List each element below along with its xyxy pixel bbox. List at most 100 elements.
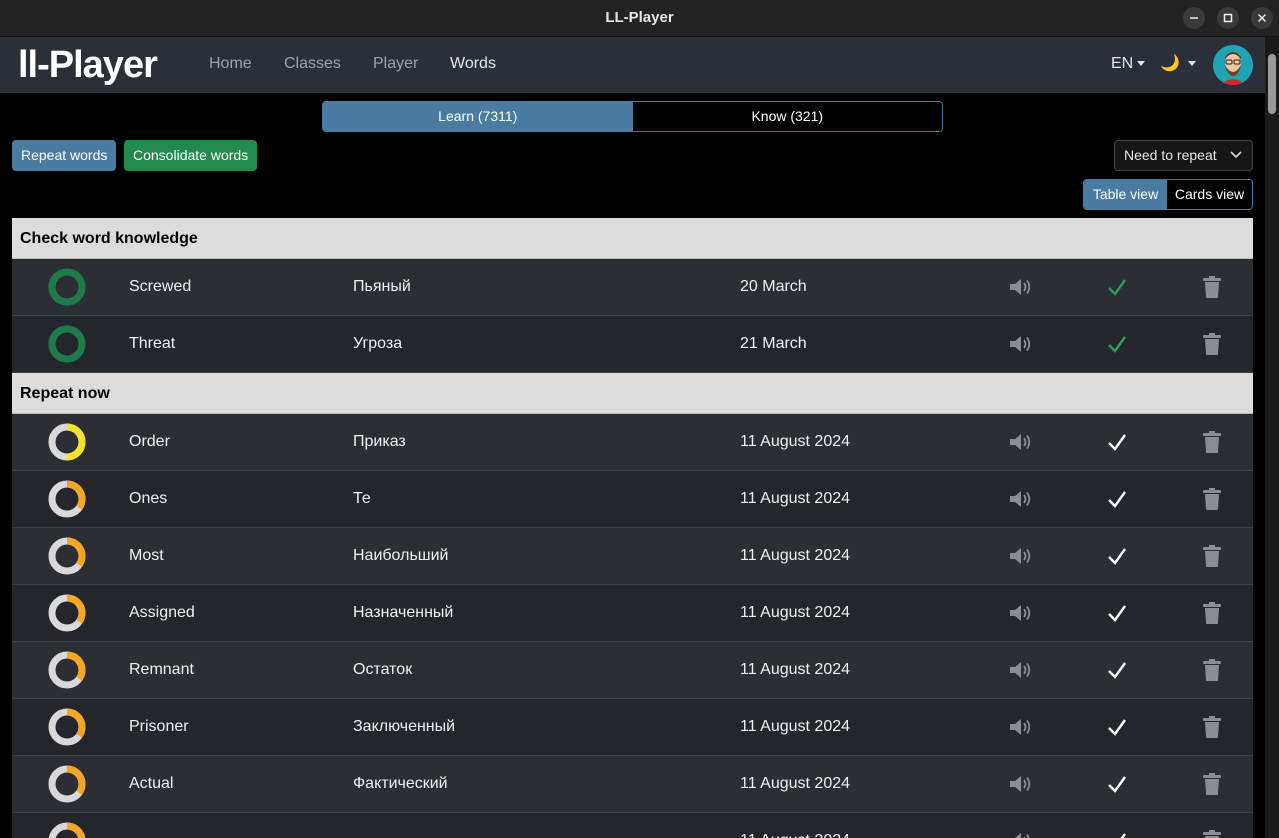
check-icon[interactable] — [1106, 545, 1128, 567]
translation-cell: Приказ — [353, 433, 406, 450]
minimize-button[interactable] — [1183, 7, 1205, 29]
progress-ring — [48, 708, 86, 746]
trash-icon[interactable] — [1202, 601, 1222, 625]
trash-icon[interactable] — [1202, 275, 1222, 299]
word-cell: Assigned — [129, 604, 195, 621]
table-row: Order Приказ 11 August 2024 — [12, 414, 1253, 471]
date-cell: 11 August 2024 — [740, 604, 851, 621]
date-cell: 11 August 2024 — [740, 718, 851, 735]
trash-icon[interactable] — [1202, 772, 1222, 796]
date-cell: 11 August 2024 — [740, 832, 850, 838]
progress-ring — [48, 480, 86, 518]
avatar[interactable] — [1213, 45, 1253, 85]
check-icon[interactable] — [1106, 276, 1128, 298]
date-cell: 11 August 2024 — [740, 775, 851, 792]
translation-cell: Пьяный — [353, 278, 411, 295]
speaker-icon[interactable] — [1008, 276, 1034, 298]
check-icon[interactable] — [1106, 333, 1128, 355]
speaker-icon[interactable] — [1008, 333, 1034, 355]
check-icon[interactable] — [1106, 488, 1128, 510]
speaker-icon[interactable] — [1008, 830, 1034, 838]
speaker-icon[interactable] — [1008, 773, 1034, 795]
scrollbar-thumb[interactable] — [1268, 54, 1276, 114]
speaker-icon[interactable] — [1008, 716, 1034, 738]
word-cell: Most — [129, 547, 164, 564]
tab-know[interactable]: Know (321) — [632, 102, 942, 131]
brand-logo[interactable]: ll-Player — [18, 44, 158, 86]
window-title: LL-Player — [605, 9, 674, 26]
speaker-icon[interactable] — [1008, 545, 1034, 567]
table-view-button[interactable]: Table view — [1084, 180, 1167, 209]
words-table: Check word knowledge Screwed Пьяный 20 M… — [12, 218, 1253, 838]
group-header: Repeat now — [12, 373, 1253, 414]
check-icon[interactable] — [1106, 431, 1128, 453]
close-button[interactable] — [1251, 7, 1273, 29]
progress-ring — [48, 594, 86, 632]
date-cell: 11 August 2024 — [740, 433, 851, 450]
check-icon[interactable] — [1106, 602, 1128, 624]
view-toggle: Table view Cards view — [1083, 179, 1253, 210]
word-cell: Remnant — [129, 661, 194, 678]
table-row: Threat Угроза 21 March — [12, 316, 1253, 373]
check-icon[interactable] — [1106, 773, 1128, 795]
progress-ring — [48, 651, 86, 689]
trash-icon[interactable] — [1202, 829, 1222, 838]
speaker-icon[interactable] — [1008, 488, 1034, 510]
minimize-icon — [1190, 17, 1198, 19]
speaker-icon[interactable] — [1008, 659, 1034, 681]
word-cell: Actual — [129, 775, 174, 792]
date-cell: 11 August 2024 — [740, 490, 851, 507]
check-icon[interactable] — [1106, 716, 1128, 738]
theme-dropdown[interactable]: 🌙 — [1160, 53, 1196, 73]
progress-ring — [48, 537, 86, 575]
progress-ring — [48, 822, 86, 838]
word-cell: Screwed — [129, 278, 192, 295]
speaker-icon[interactable] — [1008, 602, 1034, 624]
translation-cell: Угроза — [353, 335, 403, 352]
trash-icon[interactable] — [1202, 658, 1222, 682]
language-label: EN — [1111, 55, 1134, 72]
nav-link-classes[interactable]: Classes — [284, 55, 341, 73]
check-icon[interactable] — [1106, 659, 1128, 681]
translation-cell: Остаток — [353, 661, 413, 678]
trash-icon[interactable] — [1202, 430, 1222, 454]
speaker-icon[interactable] — [1008, 431, 1034, 453]
progress-ring — [48, 325, 86, 363]
learn-know-tabs: Learn (7311) Know (321) — [322, 101, 943, 132]
trash-icon[interactable] — [1202, 332, 1222, 356]
chevron-down-icon — [1187, 61, 1196, 67]
trash-icon[interactable] — [1202, 487, 1222, 511]
consolidate-words-button[interactable]: Consolidate words — [124, 140, 258, 171]
trash-icon[interactable] — [1202, 544, 1222, 568]
repeat-filter-select[interactable]: Need to repeat — [1114, 140, 1253, 171]
word-cell: Threat — [129, 335, 176, 352]
moon-icon: 🌙 — [1160, 55, 1180, 72]
page-scrollbar[interactable] — [1265, 37, 1279, 838]
nav-link-words[interactable]: Words — [450, 55, 496, 73]
word-cell: Ones — [129, 490, 168, 507]
nav-link-player[interactable]: Player — [373, 55, 418, 73]
repeat-words-button[interactable]: Repeat words — [12, 140, 117, 171]
window-titlebar: LL-Player — [0, 0, 1279, 37]
table-row: Remnant Остаток 11 August 2024 — [12, 642, 1253, 699]
translation-cell: Наибольший — [353, 547, 449, 564]
date-cell: 11 August 2024 — [740, 661, 851, 678]
trash-icon[interactable] — [1202, 715, 1222, 739]
cards-view-button[interactable]: Cards view — [1167, 180, 1252, 209]
chevron-down-icon — [1137, 61, 1146, 67]
translation-cell: Назначенный — [353, 604, 454, 621]
table-row: Prisoner Заключенный 11 August 2024 — [12, 699, 1253, 756]
translation-cell: Заключенный — [353, 718, 456, 735]
group-header: Check word knowledge — [12, 218, 1253, 259]
date-cell: 20 March — [740, 278, 807, 295]
date-cell: 11 August 2024 — [740, 547, 851, 564]
close-icon — [1257, 13, 1267, 23]
table-row: Actual Фактический 11 August 2024 — [12, 756, 1253, 813]
table-row: Screwed Пьяный 20 March — [12, 259, 1253, 316]
tab-learn[interactable]: Learn (7311) — [323, 102, 633, 131]
maximize-button[interactable] — [1217, 7, 1239, 29]
language-dropdown[interactable]: EN — [1111, 55, 1146, 73]
nav-link-home[interactable]: Home — [209, 55, 252, 73]
check-icon[interactable] — [1106, 830, 1128, 838]
progress-ring — [48, 268, 86, 306]
